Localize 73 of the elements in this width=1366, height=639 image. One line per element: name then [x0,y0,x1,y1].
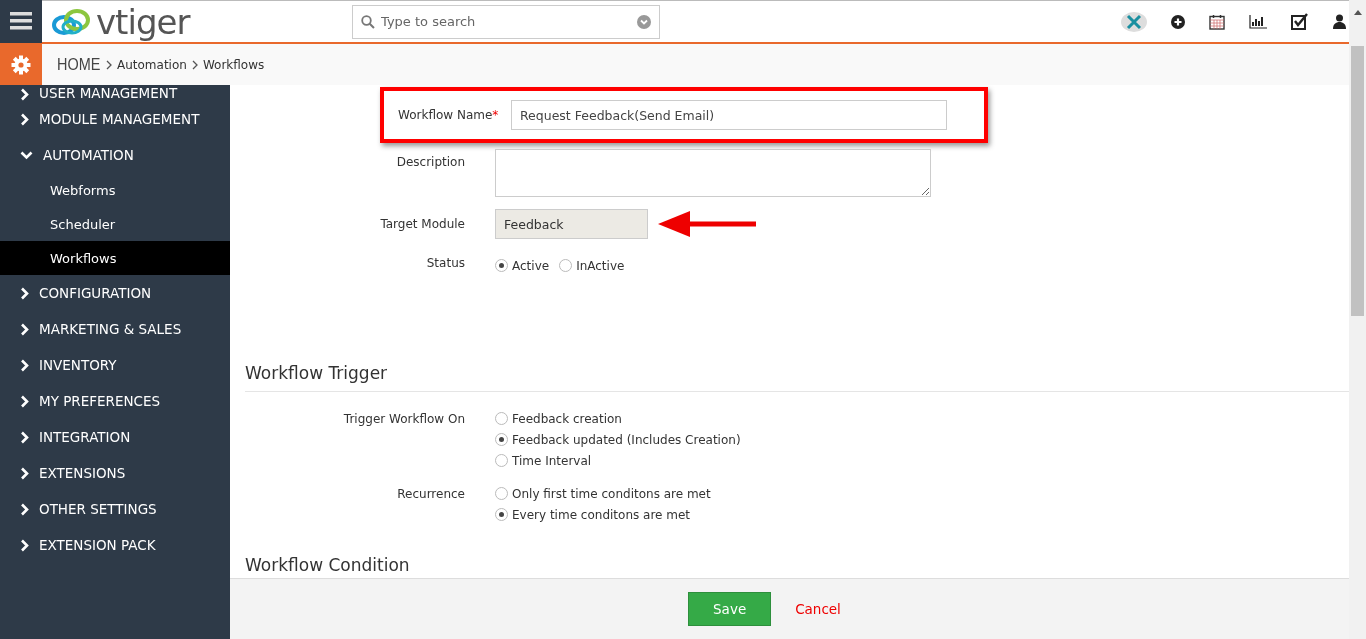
chevron-right-icon [191,59,198,70]
sidebar-item[interactable]: USER MANAGEMENT [0,85,230,101]
sidebar-item[interactable]: MODULE MANAGEMENT [0,101,230,137]
sidebar-subitem[interactable]: Workflows [0,241,230,275]
sidebar-subitem[interactable]: Webforms [0,173,230,207]
bar-chart-icon[interactable] [1249,14,1267,29]
radio-label: Feedback updated (Includes Creation) [512,432,741,447]
radio-label: Feedback creation [512,411,622,426]
description-field[interactable] [495,149,931,197]
scrollbar[interactable] [1349,44,1366,639]
chevron-right-icon [20,88,29,101]
field-label: Workflow Name* [398,108,500,122]
dropdown-icon[interactable] [637,14,651,29]
radio-button[interactable] [495,259,508,272]
checkbox-icon[interactable] [1291,13,1309,30]
sidebar-item[interactable]: MY PREFERENCES [0,383,230,419]
radio-button[interactable] [495,412,508,425]
field-label: Status [425,255,466,270]
chevron-right-icon [20,430,29,444]
sidebar-item[interactable]: INVENTORY [0,347,230,383]
sidebar-item[interactable]: INTEGRATION [0,419,230,455]
chevron-right-icon [20,322,29,336]
chevron-right-icon [20,286,29,300]
search-bar[interactable]: Type to search [352,4,660,39]
chevron-right-icon [20,394,29,408]
chevron-right-icon [20,502,29,516]
field-label: Recurrence [396,486,466,501]
app-logo-icon[interactable] [1121,11,1147,32]
calendar-icon[interactable] [1209,13,1225,30]
field-label: Description [395,154,466,169]
radio-button[interactable] [495,508,508,521]
sidebar-subitem[interactable]: Scheduler [0,207,230,241]
target-module-field: Feedback [495,209,648,239]
logo-text: vtiger [96,4,190,39]
breadcrumb-link[interactable]: HOME [57,54,101,75]
sidebar-item[interactable]: EXTENSION PACK [0,527,230,563]
add-icon[interactable] [1171,14,1185,29]
radio-label: Every time conditons are met [512,507,691,522]
sidebar-item[interactable]: MARKETING & SALES [0,311,230,347]
menu-button[interactable] [0,0,42,43]
chevron-right-icon [20,358,29,372]
radio-button[interactable] [495,487,508,500]
radio-label: Only first time conditons are met [512,486,711,501]
radio-label: InActive [576,258,625,273]
scrollbar-thumb[interactable] [1351,46,1364,316]
sidebar-item[interactable]: OTHER SETTINGS [0,491,230,527]
breadcrumb-link[interactable]: Automation [117,57,187,72]
radio-button[interactable] [559,259,573,272]
chevron-right-icon [20,538,29,552]
sidebar-item[interactable]: CONFIGURATION [0,275,230,311]
chevron-right-icon [106,59,112,70]
arrow-icon [656,210,756,238]
workflow-name-field[interactable]: Request Feedback(Send Email) [511,100,947,130]
logo-icon [50,6,92,37]
chevron-right-icon [20,112,29,126]
settings-icon [11,54,31,75]
sidebar-item[interactable]: EXTENSIONS [0,455,230,491]
field-label: Target Module [379,217,466,231]
breadcrumb-link[interactable]: Workflows [202,57,265,72]
search-icon [361,14,375,29]
radio-button[interactable] [495,433,508,446]
menu-icon [10,12,32,30]
cancel-link[interactable]: Cancel [795,601,841,617]
radio-button[interactable] [495,454,508,467]
user-icon[interactable] [1333,14,1346,29]
field-label: Trigger Workflow On [342,411,466,426]
section-heading: Workflow Trigger [245,363,1351,392]
sidebar-item[interactable]: AUTOMATION [0,137,230,173]
radio-label: Time Interval [512,453,592,468]
scroll-up-icon[interactable] [1353,10,1362,15]
radio-label: Active [512,258,550,273]
chevron-down-icon [20,150,33,160]
chevron-right-icon [20,466,29,480]
